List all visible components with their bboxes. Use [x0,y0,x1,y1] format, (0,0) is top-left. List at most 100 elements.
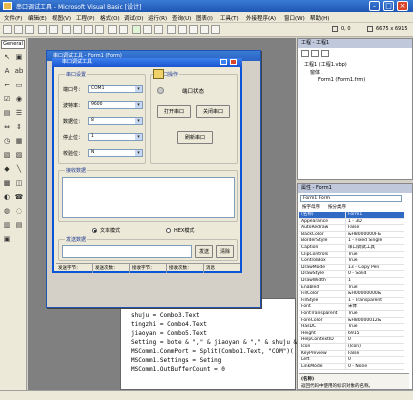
paste-icon[interactable] [84,25,93,34]
menu-query[interactable]: 查询(U) [172,14,191,22]
send-button[interactable]: 发送 [195,245,213,258]
property-row[interactable]: AutoRedraw False [299,225,404,232]
close-button[interactable]: × [397,1,408,11]
code-line[interactable]: tingzhi = Combo4.Text [131,321,207,328]
pointer-icon[interactable]: ↖ [2,52,12,62]
menu-file[interactable]: 文件(F) [4,14,22,22]
refresh-port-button[interactable]: 刷新串口 [177,131,213,144]
form-close-button[interactable] [230,59,237,65]
code-line[interactable]: MSComm1.CommPort = Split(Combo1.Text, "C… [131,348,294,355]
menu-project[interactable]: 工程(P) [76,14,95,22]
property-value[interactable]: False [345,350,403,357]
forms-folder-node[interactable]: 窗体 [310,69,320,76]
stop-icon[interactable] [154,25,163,34]
property-row[interactable]: HelpContextID 0 [299,337,404,344]
property-value[interactable]: 1 - Transparent [345,297,403,304]
vscrollbar-icon[interactable]: ⇕ [14,122,24,132]
property-row[interactable]: DrawWidth 1 [299,278,404,285]
object-selector[interactable]: Form1 Form [300,195,402,202]
code-line[interactable]: jiaoyan = Combo5.Text [131,330,207,337]
property-value[interactable]: 宋体 [345,304,403,311]
project-explorer-icon[interactable] [167,25,176,34]
run-icon[interactable] [132,25,141,34]
frame-icon[interactable]: ⌐ [2,80,12,90]
receive-textbox[interactable] [62,177,235,218]
menu-editor-icon[interactable] [25,25,34,34]
line-icon[interactable]: ╲ [14,164,24,174]
timer-icon[interactable]: ◷ [2,136,12,146]
property-value[interactable]: True [345,311,403,317]
databits-combo[interactable]: 8 [88,117,143,125]
custom-control-icon[interactable]: ◌ [14,206,24,216]
menu-format[interactable]: 格式(O) [100,14,120,22]
property-value[interactable]: &H8000000F& [345,231,403,238]
property-row[interactable]: ForeColor &H80000012& [299,317,404,325]
property-value[interactable]: 0 [345,357,403,364]
property-row[interactable]: BorderStyle 1 - Fixed Single [299,238,404,245]
property-row[interactable]: Icon (Icon) [299,344,404,351]
code-line[interactable]: shuju = Combo3.Text [131,312,200,319]
menu-diagram[interactable]: 图表(I) [196,14,213,22]
copy-icon[interactable] [73,25,82,34]
project-node[interactable]: 工程1 (工程1.vbp) [304,61,347,68]
property-value[interactable]: 6915 [345,330,403,337]
custom-control-icon[interactable]: ▥ [2,220,12,230]
undo-icon[interactable] [108,25,117,34]
property-value[interactable]: 1 - Fixed Single [345,238,403,245]
clear-send-button[interactable]: 清除 [216,245,234,258]
property-row[interactable]: FillColor &H00000000& [299,291,404,298]
combobox-icon[interactable]: ▤ [2,108,12,118]
listbox-icon[interactable]: ☰ [14,108,24,118]
property-value[interactable]: Form1 [345,212,403,218]
stopbits-combo[interactable]: 1 [88,133,143,141]
menu-debug[interactable]: 调试(D) [124,14,144,22]
cut-icon[interactable] [62,25,71,34]
find-icon[interactable] [95,25,104,34]
open-icon[interactable] [38,25,47,34]
toolbox-tab-general[interactable]: General [1,40,25,49]
textbox-icon[interactable]: ab [14,66,24,76]
ole-icon[interactable]: ◐ [2,192,12,202]
add-form-icon[interactable] [14,25,23,34]
shape-icon[interactable]: ◆ [2,164,12,174]
commandbutton-icon[interactable]: ▭ [14,80,24,90]
menu-run[interactable]: 运行(R) [148,14,167,22]
property-value[interactable]: &H00000000& [345,291,403,298]
property-value[interactable]: 0 [345,337,403,344]
tab-categorized[interactable]: 按分类序 [328,204,346,210]
property-value[interactable]: 串口调试工具 [345,245,403,251]
hex-mode-radio[interactable] [166,228,171,233]
mscomm-icon[interactable]: ☎ [14,192,24,202]
tab-alphabetic[interactable]: 按字母序 [302,204,320,210]
form-layout-icon[interactable] [189,25,198,34]
property-row[interactable]: Font 宋体 [299,304,404,311]
property-row[interactable]: ControlBox True [299,258,404,265]
object-browser-icon[interactable] [200,25,209,34]
code-line[interactable]: MSComm1.OutBufferCount = 0 [131,366,225,373]
property-row[interactable]: DrawMode 13 - Copy Pen [299,264,404,272]
property-value[interactable]: &H80000012& [345,317,403,324]
toolbox-icon[interactable] [211,25,220,34]
property-row[interactable]: Left 0 [299,357,404,364]
property-value[interactable]: 1 - 3D [345,218,403,225]
code-line[interactable]: MSComm1.Settings = Seting [131,357,221,364]
property-row[interactable]: Enabled True [299,284,404,292]
minimize-button[interactable]: – [369,1,380,11]
image-icon[interactable]: ▩ [2,178,12,188]
property-row[interactable]: LinkMode 0 - None [299,363,404,371]
properties-window-icon[interactable] [178,25,187,34]
menu-view[interactable]: 视图(V) [52,14,71,22]
property-row[interactable]: Height 6915 [299,330,404,338]
form-minimize-button[interactable] [220,59,227,65]
menu-tools[interactable]: 工具(T) [220,14,239,22]
custom-control-icon[interactable]: ◍ [2,206,12,216]
property-value[interactable]: 1 [345,278,403,284]
data-icon[interactable]: ◫ [14,178,24,188]
menu-window[interactable]: 窗口(W) [284,14,305,22]
pause-icon[interactable] [143,25,152,34]
property-value[interactable]: False [345,225,403,232]
parity-combo[interactable]: N [88,149,143,157]
maximize-button[interactable]: □ [383,1,394,11]
view-code-icon[interactable] [301,50,309,57]
property-row[interactable]: (名称) Form1 [299,212,404,219]
